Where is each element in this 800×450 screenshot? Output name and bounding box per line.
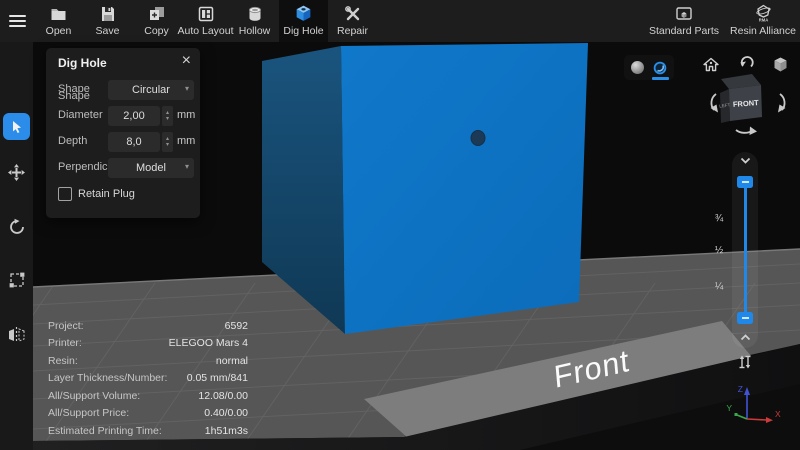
toolbar-copy-button[interactable]: Copy [132, 0, 181, 42]
repair-tools-icon [344, 4, 362, 23]
toolbar-hollow-label: Hollow [239, 25, 271, 37]
slider-mark-quarter: ¼ [711, 281, 727, 292]
slider-up-chevron[interactable] [740, 157, 751, 164]
rotate-down-arrow[interactable] [736, 127, 757, 136]
toolbar-dighole-label: Dig Hole [283, 25, 323, 37]
diameter-input[interactable]: 2,00 [108, 106, 160, 126]
navigation-cube[interactable]: FRONT LEFT [708, 64, 790, 140]
auto-layout-icon [197, 4, 215, 23]
dig-hole-dialog: Dig Hole × Shape Shape Circular ▾ Diamet… [46, 48, 200, 218]
perpendicular-select[interactable]: Model ▾ [108, 158, 194, 178]
rotate-left-arrow[interactable] [711, 94, 719, 113]
move-tool-button[interactable] [0, 157, 33, 187]
cursor-arrow-icon [9, 119, 25, 135]
open-folder-icon [49, 4, 68, 23]
toolbar-save-label: Save [96, 25, 120, 37]
save-floppy-icon [99, 4, 117, 23]
dig-hole-cube-icon [294, 4, 313, 23]
shape-select[interactable]: Circular ▾ [108, 80, 194, 100]
chevron-down-icon: ▾ [185, 162, 189, 171]
depth-label: Depth [58, 135, 87, 147]
render-mode-toggle [624, 55, 674, 80]
scale-icon [8, 271, 26, 289]
select-tool-button[interactable] [3, 113, 30, 140]
toolbar-autolayout-label: Auto Layout [177, 25, 233, 37]
rotate-right-arrow[interactable] [778, 94, 786, 113]
diameter-stepper[interactable]: ▴ ▾ [162, 106, 173, 126]
copy-pages-icon [148, 4, 166, 23]
toolbar-dighole-button[interactable]: Dig Hole [279, 0, 328, 42]
toolbar-save-button[interactable]: Save [83, 0, 132, 42]
close-icon[interactable]: × [182, 52, 191, 70]
rotate-tool-button[interactable] [0, 212, 33, 242]
slider-top-handle[interactable] [737, 176, 753, 188]
retain-plug-label: Retain Plug [78, 188, 135, 200]
spinner-down-icon: ▾ [166, 142, 169, 148]
toolbar-copy-label: Copy [144, 25, 169, 37]
solid-render-icon[interactable] [631, 61, 644, 74]
depth-unit: mm [177, 135, 195, 147]
toolbar-repair-label: Repair [337, 25, 368, 37]
main-toolbar: Open Save Copy Auto Layout Hollow [0, 0, 800, 42]
slicer-app: Front Open Save [0, 0, 800, 450]
dialog-title: Dig Hole [58, 56, 107, 70]
toolbar-hollow-button[interactable]: Hollow [230, 0, 279, 42]
slider-bottom-handle[interactable] [737, 312, 753, 324]
toolbar-autolayout-button[interactable]: Auto Layout [181, 0, 230, 42]
cube-front-face [341, 43, 588, 334]
mirror-icon [7, 326, 26, 344]
rotate-icon [8, 218, 26, 236]
layer-slider-range [744, 186, 747, 314]
height-adjust-icon [737, 354, 753, 370]
toolbar-repair-button[interactable]: Repair [328, 0, 377, 42]
toolbar-standard-parts-button[interactable]: Standard Parts [640, 0, 728, 42]
shape-label: Shape [58, 83, 90, 95]
toolbar-open-button[interactable]: Open [34, 0, 83, 42]
slider-mark-half: ½ [711, 245, 727, 256]
navcube-front-label: FRONT [733, 98, 760, 109]
depth-input[interactable]: 8,0 [108, 132, 160, 152]
slider-down-chevron[interactable] [740, 334, 751, 341]
model-cube[interactable] [262, 43, 588, 334]
retain-plug-checkbox[interactable] [58, 187, 72, 201]
diameter-label: Diameter [58, 109, 103, 121]
toolbar-resin-alliance-label: Resin Alliance [730, 25, 796, 37]
spinner-down-icon: ▾ [166, 116, 169, 122]
toolbar-standard-parts-label: Standard Parts [649, 25, 719, 37]
chevron-down-icon: ▾ [185, 84, 189, 93]
toolbar-resin-alliance-button[interactable]: RMA Resin Alliance [728, 0, 798, 42]
perpendicular-value: Model [136, 162, 166, 174]
scale-tool-button[interactable] [0, 265, 33, 295]
height-adjust-button[interactable] [737, 354, 753, 370]
shape-value: Circular [132, 84, 170, 96]
slider-mark-three-quarters: ¾ [711, 213, 727, 224]
standard-parts-icon [675, 4, 693, 23]
resin-alliance-icon: RMA [754, 4, 773, 23]
dig-hole-marker[interactable] [471, 131, 485, 146]
hollow-cylinder-icon [246, 4, 264, 23]
mirror-tool-button[interactable] [0, 320, 33, 350]
diameter-unit: mm [177, 109, 195, 121]
wireframe-render-icon[interactable] [653, 61, 667, 75]
tool-sidebar [0, 42, 33, 450]
active-mode-indicator [652, 77, 669, 80]
hamburger-icon [9, 12, 26, 30]
toolbar-open-label: Open [46, 25, 72, 37]
rma-badge-text: RMA [758, 18, 768, 23]
depth-stepper[interactable]: ▴ ▾ [162, 132, 173, 152]
move-icon [7, 163, 26, 182]
menu-button[interactable] [0, 0, 34, 42]
